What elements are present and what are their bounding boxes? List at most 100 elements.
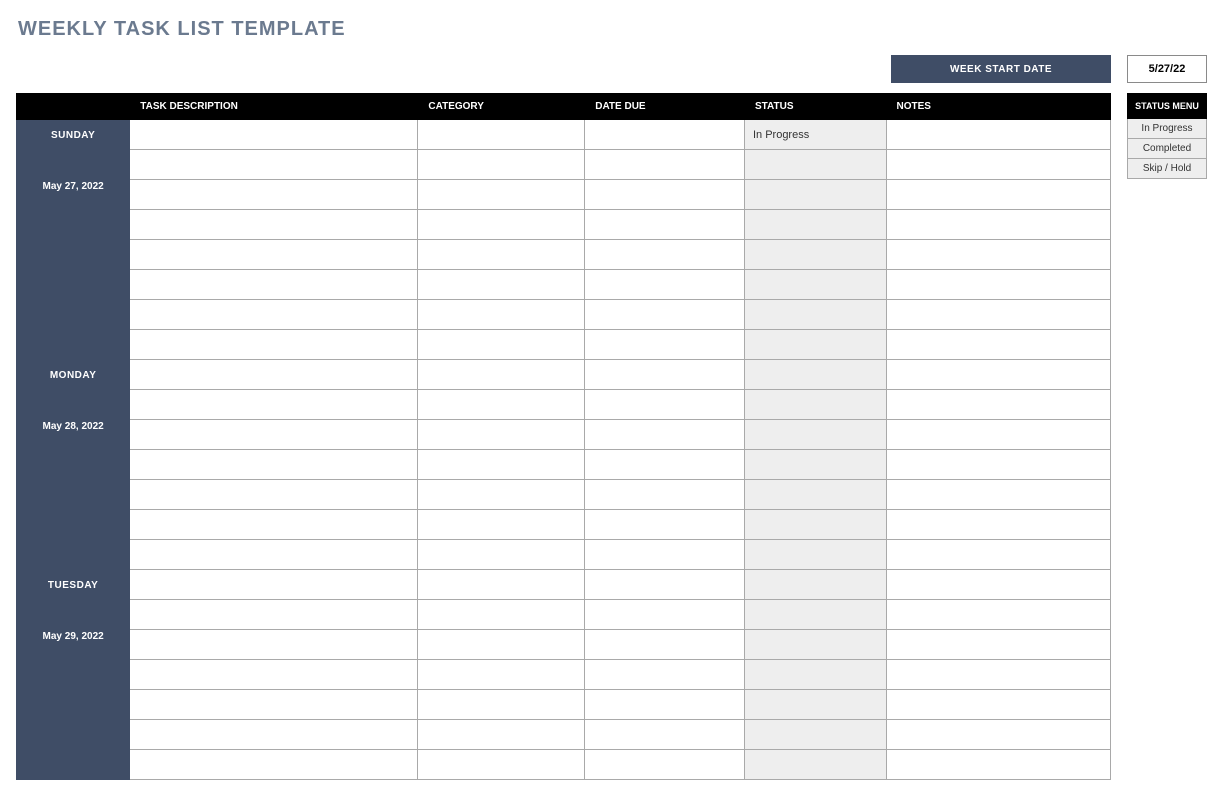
notes-cell[interactable] bbox=[886, 300, 1110, 330]
notes-cell[interactable] bbox=[886, 270, 1110, 300]
status-cell[interactable] bbox=[744, 600, 886, 630]
notes-cell[interactable] bbox=[886, 240, 1110, 270]
due-cell[interactable] bbox=[585, 420, 745, 450]
category-cell[interactable] bbox=[418, 300, 585, 330]
due-cell[interactable] bbox=[585, 540, 745, 570]
notes-cell[interactable] bbox=[886, 450, 1110, 480]
category-cell[interactable] bbox=[418, 150, 585, 180]
notes-cell[interactable] bbox=[886, 570, 1110, 600]
category-cell[interactable] bbox=[418, 210, 585, 240]
week-start-date-value[interactable]: 5/27/22 bbox=[1127, 55, 1207, 83]
task-cell[interactable] bbox=[130, 360, 418, 390]
due-cell[interactable] bbox=[585, 240, 745, 270]
status-cell[interactable] bbox=[744, 330, 886, 360]
task-cell[interactable] bbox=[130, 180, 418, 210]
due-cell[interactable] bbox=[585, 630, 745, 660]
category-cell[interactable] bbox=[418, 570, 585, 600]
status-cell[interactable] bbox=[744, 690, 886, 720]
due-cell[interactable] bbox=[585, 210, 745, 240]
due-cell[interactable] bbox=[585, 330, 745, 360]
task-cell[interactable] bbox=[130, 150, 418, 180]
status-cell[interactable] bbox=[744, 210, 886, 240]
status-cell[interactable] bbox=[744, 420, 886, 450]
notes-cell[interactable] bbox=[886, 180, 1110, 210]
due-cell[interactable] bbox=[585, 300, 745, 330]
due-cell[interactable] bbox=[585, 510, 745, 540]
notes-cell[interactable] bbox=[886, 690, 1110, 720]
status-cell[interactable] bbox=[744, 300, 886, 330]
category-cell[interactable] bbox=[418, 660, 585, 690]
status-cell[interactable] bbox=[744, 480, 886, 510]
notes-cell[interactable] bbox=[886, 150, 1110, 180]
status-cell[interactable] bbox=[744, 240, 886, 270]
status-cell[interactable] bbox=[744, 630, 886, 660]
task-cell[interactable] bbox=[130, 120, 418, 150]
due-cell[interactable] bbox=[585, 270, 745, 300]
status-cell[interactable] bbox=[744, 750, 886, 780]
task-cell[interactable] bbox=[130, 420, 418, 450]
due-cell[interactable] bbox=[585, 720, 745, 750]
category-cell[interactable] bbox=[418, 480, 585, 510]
due-cell[interactable] bbox=[585, 390, 745, 420]
due-cell[interactable] bbox=[585, 600, 745, 630]
task-cell[interactable] bbox=[130, 660, 418, 690]
category-cell[interactable] bbox=[418, 540, 585, 570]
category-cell[interactable] bbox=[418, 630, 585, 660]
status-cell[interactable] bbox=[744, 570, 886, 600]
status-cell[interactable] bbox=[744, 720, 886, 750]
task-cell[interactable] bbox=[130, 720, 418, 750]
task-cell[interactable] bbox=[130, 750, 418, 780]
status-cell[interactable] bbox=[744, 450, 886, 480]
task-cell[interactable] bbox=[130, 630, 418, 660]
due-cell[interactable] bbox=[585, 180, 745, 210]
due-cell[interactable] bbox=[585, 450, 745, 480]
category-cell[interactable] bbox=[418, 750, 585, 780]
category-cell[interactable] bbox=[418, 690, 585, 720]
category-cell[interactable] bbox=[418, 390, 585, 420]
notes-cell[interactable] bbox=[886, 600, 1110, 630]
status-cell[interactable]: In Progress bbox=[744, 120, 886, 150]
category-cell[interactable] bbox=[418, 510, 585, 540]
notes-cell[interactable] bbox=[886, 390, 1110, 420]
due-cell[interactable] bbox=[585, 660, 745, 690]
status-cell[interactable] bbox=[744, 510, 886, 540]
task-cell[interactable] bbox=[130, 510, 418, 540]
category-cell[interactable] bbox=[418, 420, 585, 450]
category-cell[interactable] bbox=[418, 600, 585, 630]
notes-cell[interactable] bbox=[886, 120, 1110, 150]
notes-cell[interactable] bbox=[886, 360, 1110, 390]
status-menu-item[interactable]: Completed bbox=[1128, 139, 1207, 159]
task-cell[interactable] bbox=[130, 690, 418, 720]
notes-cell[interactable] bbox=[886, 660, 1110, 690]
status-cell[interactable] bbox=[744, 390, 886, 420]
due-cell[interactable] bbox=[585, 570, 745, 600]
task-cell[interactable] bbox=[130, 240, 418, 270]
task-cell[interactable] bbox=[130, 450, 418, 480]
notes-cell[interactable] bbox=[886, 630, 1110, 660]
status-cell[interactable] bbox=[744, 540, 886, 570]
status-menu-item[interactable]: In Progress bbox=[1128, 119, 1207, 139]
status-cell[interactable] bbox=[744, 660, 886, 690]
due-cell[interactable] bbox=[585, 150, 745, 180]
category-cell[interactable] bbox=[418, 450, 585, 480]
notes-cell[interactable] bbox=[886, 330, 1110, 360]
due-cell[interactable] bbox=[585, 120, 745, 150]
notes-cell[interactable] bbox=[886, 540, 1110, 570]
task-cell[interactable] bbox=[130, 540, 418, 570]
category-cell[interactable] bbox=[418, 720, 585, 750]
category-cell[interactable] bbox=[418, 330, 585, 360]
status-cell[interactable] bbox=[744, 180, 886, 210]
status-cell[interactable] bbox=[744, 150, 886, 180]
category-cell[interactable] bbox=[418, 180, 585, 210]
notes-cell[interactable] bbox=[886, 210, 1110, 240]
category-cell[interactable] bbox=[418, 270, 585, 300]
status-menu-item[interactable]: Skip / Hold bbox=[1128, 159, 1207, 179]
task-cell[interactable] bbox=[130, 300, 418, 330]
notes-cell[interactable] bbox=[886, 420, 1110, 450]
due-cell[interactable] bbox=[585, 690, 745, 720]
notes-cell[interactable] bbox=[886, 480, 1110, 510]
category-cell[interactable] bbox=[418, 120, 585, 150]
notes-cell[interactable] bbox=[886, 720, 1110, 750]
task-cell[interactable] bbox=[130, 480, 418, 510]
due-cell[interactable] bbox=[585, 480, 745, 510]
